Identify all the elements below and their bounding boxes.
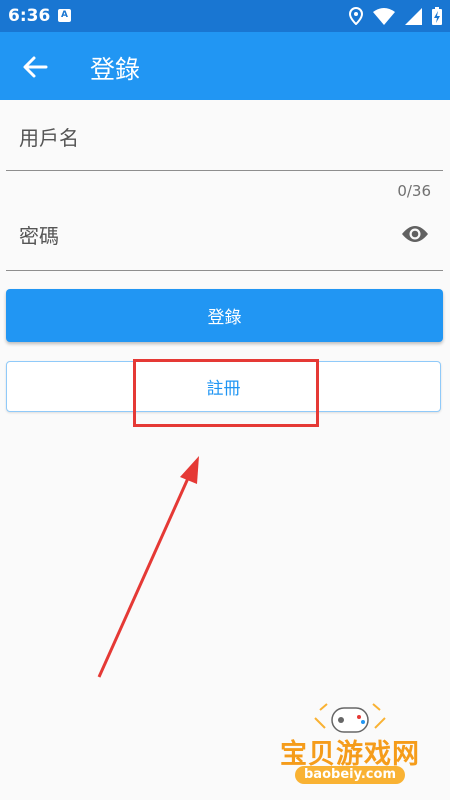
username-label: 用戶名 xyxy=(19,126,79,150)
password-label: 密碼 xyxy=(19,224,59,248)
watermark-url: baobeiy.com xyxy=(295,766,405,784)
login-button[interactable]: 登錄 xyxy=(6,289,443,342)
status-bar: 6:36 A xyxy=(0,0,450,32)
arrow-left-icon[interactable] xyxy=(20,52,50,82)
app-bar: 登錄 xyxy=(0,32,450,100)
password-counter: 0/36 xyxy=(397,182,431,200)
notification-icon: A xyxy=(58,9,71,22)
password-field[interactable]: 密碼 xyxy=(6,208,443,271)
eye-icon[interactable] xyxy=(401,224,429,244)
username-field[interactable]: 用戶名 xyxy=(6,100,443,171)
location-icon xyxy=(349,7,363,25)
page-title: 登錄 xyxy=(90,55,141,84)
battery-icon xyxy=(432,7,442,25)
wifi-icon xyxy=(373,7,395,25)
status-time: 6:36 xyxy=(8,6,51,26)
watermark-logo: 宝贝游戏网 baobeiy.com xyxy=(275,700,425,795)
status-icons xyxy=(349,7,442,25)
notification-glyph: A xyxy=(61,10,68,20)
signal-icon xyxy=(405,7,422,25)
annotation-highlight-box xyxy=(133,359,319,427)
